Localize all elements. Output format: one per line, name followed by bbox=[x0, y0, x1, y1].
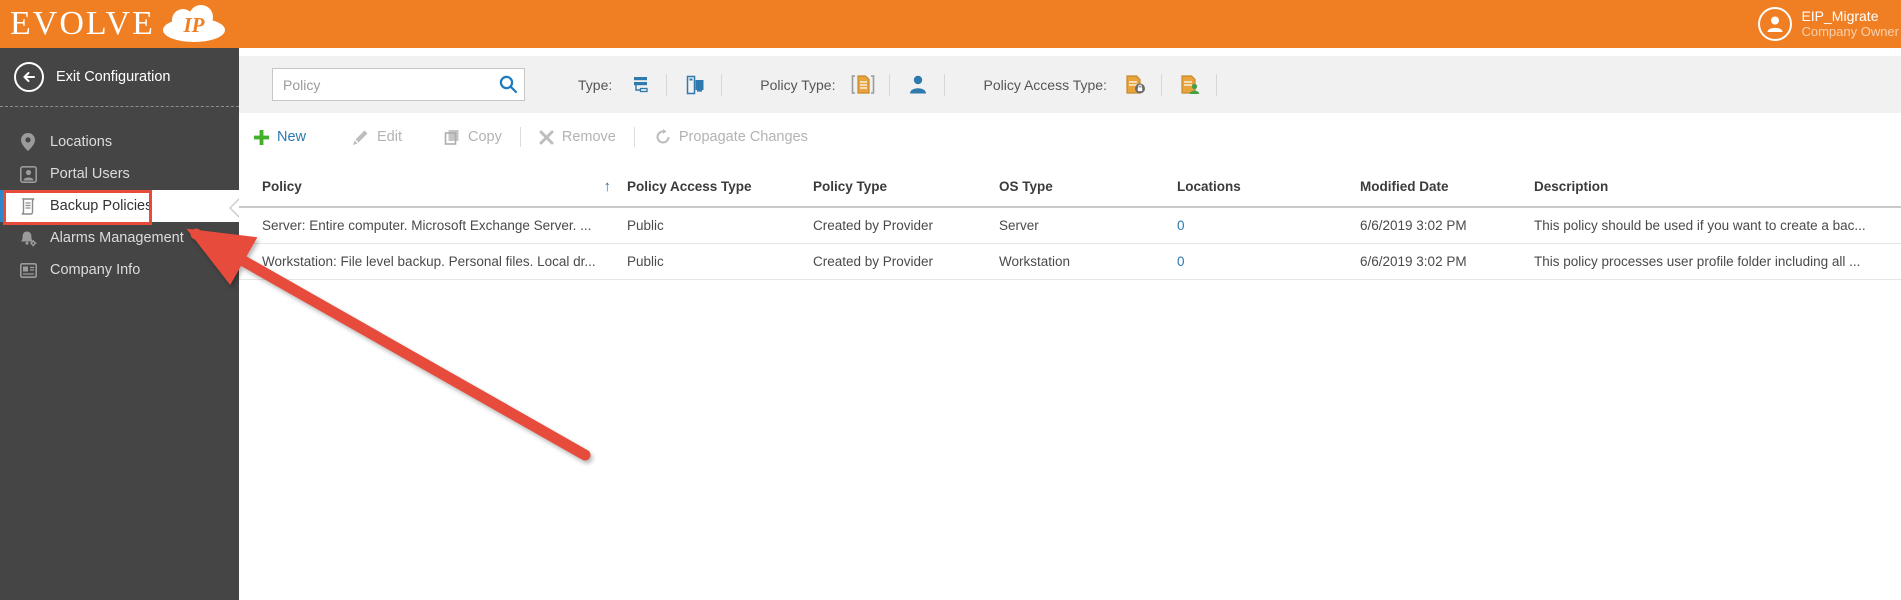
new-button[interactable]: New bbox=[254, 129, 306, 145]
cell-policy-access-type: Public bbox=[627, 218, 664, 233]
cell-policy: Server: Entire computer. Microsoft Excha… bbox=[262, 218, 592, 233]
column-header-locations[interactable]: Locations bbox=[1177, 179, 1360, 194]
app-window: EVOLVE IP EIP_Migrate Company Owner Exit… bbox=[0, 0, 1901, 600]
policy-access-type-filter-label: Policy Access Type: bbox=[983, 76, 1107, 93]
column-header-modified-date[interactable]: Modified Date bbox=[1360, 179, 1534, 194]
column-header-policy-type[interactable]: Policy Type bbox=[813, 179, 999, 194]
filter-bar: Type: Policy Type: bbox=[239, 56, 1901, 113]
cell-description: This policy processes user profile folde… bbox=[1534, 254, 1861, 269]
remove-button[interactable]: Remove bbox=[539, 129, 616, 145]
column-header-policy-access-type[interactable]: Policy Access Type bbox=[627, 179, 813, 194]
filter-separator bbox=[721, 73, 723, 96]
refresh-icon bbox=[655, 129, 671, 145]
sidebar-item-label: Company Info bbox=[50, 262, 141, 278]
filter-separator bbox=[666, 73, 668, 96]
sidebar: Exit Configuration Locations Portal User… bbox=[0, 48, 239, 600]
pencil-icon bbox=[353, 129, 369, 145]
plus-icon bbox=[254, 129, 269, 145]
x-icon bbox=[539, 130, 554, 145]
locations-count-link[interactable]: 0 bbox=[1177, 254, 1185, 269]
backup-scroll-icon bbox=[18, 197, 38, 215]
copy-button-label: Copy bbox=[468, 129, 502, 145]
sidebar-item-label: Portal Users bbox=[50, 166, 130, 182]
cell-policy-type: Created by Provider bbox=[813, 218, 934, 233]
filter-separator bbox=[889, 73, 891, 96]
sidebar-item-portal-users[interactable]: Portal Users bbox=[0, 158, 239, 190]
table-row[interactable]: Workstation: File level backup. Personal… bbox=[239, 244, 1901, 280]
user-policy-filter-icon[interactable] bbox=[904, 72, 932, 98]
policy-type-filter-label: Policy Type: bbox=[760, 76, 836, 93]
cell-modified-date: 6/6/2019 3:02 PM bbox=[1360, 254, 1467, 269]
sidebar-item-locations[interactable]: Locations bbox=[0, 126, 239, 158]
copy-icon bbox=[444, 129, 460, 145]
filter-separator bbox=[944, 73, 946, 96]
actions-toolbar: New Edit Copy Remove Propagate Changes bbox=[239, 113, 1901, 161]
search-icon[interactable] bbox=[497, 74, 519, 96]
sidebar-item-label: Alarms Management bbox=[50, 230, 184, 246]
cell-os-type: Server bbox=[999, 218, 1039, 233]
private-access-filter-icon[interactable] bbox=[1176, 72, 1204, 98]
main-content: Type: Policy Type: bbox=[239, 48, 1901, 600]
cell-modified-date: 6/6/2019 3:02 PM bbox=[1360, 218, 1467, 233]
evolve-ip-logo: EVOLVE IP bbox=[10, 0, 227, 48]
column-header-label: Policy bbox=[262, 178, 302, 194]
company-card-icon bbox=[18, 262, 38, 278]
user-avatar-icon bbox=[1758, 7, 1793, 41]
type-filter-label: Type: bbox=[578, 76, 613, 93]
toolbar-separator bbox=[519, 127, 521, 147]
sidebar-item-label: Backup Policies bbox=[50, 198, 153, 214]
cell-policy-type: Created by Provider bbox=[813, 254, 934, 269]
sidebar-item-company-info[interactable]: Company Info bbox=[0, 254, 239, 286]
column-header-description[interactable]: Description bbox=[1534, 179, 1901, 194]
table-header: Policy ↑ Policy Access Type Policy Type … bbox=[239, 166, 1901, 208]
search-input[interactable] bbox=[272, 68, 525, 101]
provider-policy-filter-icon[interactable] bbox=[849, 72, 877, 98]
filter-separator bbox=[1160, 73, 1162, 96]
filter-separator bbox=[1215, 73, 1217, 96]
top-header-bar: EVOLVE IP EIP_Migrate Company Owner bbox=[0, 0, 1901, 48]
cell-os-type: Workstation bbox=[999, 254, 1071, 269]
sidebar-item-label: Locations bbox=[50, 134, 113, 150]
back-arrow-icon bbox=[14, 62, 44, 92]
logo-brand-text: EVOLVE bbox=[10, 5, 155, 42]
column-header-os-type[interactable]: OS Type bbox=[999, 179, 1177, 194]
cell-policy: Workstation: File level backup. Personal… bbox=[262, 254, 596, 269]
cell-description: This policy should be used if you want t… bbox=[1534, 218, 1866, 233]
exit-configuration-label: Exit Configuration bbox=[56, 69, 171, 85]
cell-policy-access-type: Public bbox=[627, 254, 664, 269]
user-name: EIP_Migrate bbox=[1801, 8, 1879, 25]
public-access-filter-icon[interactable] bbox=[1121, 72, 1149, 98]
locations-count-link[interactable]: 0 bbox=[1177, 218, 1185, 233]
new-button-label: New bbox=[277, 129, 307, 145]
server-type-filter-icon[interactable] bbox=[626, 72, 654, 98]
table-row[interactable]: Server: Entire computer. Microsoft Excha… bbox=[239, 208, 1901, 244]
exit-configuration-button[interactable]: Exit Configuration bbox=[0, 48, 239, 106]
propagate-changes-button[interactable]: Propagate Changes bbox=[655, 129, 808, 145]
edit-button-label: Edit bbox=[377, 129, 403, 145]
user-role: Company Owner bbox=[1801, 23, 1899, 39]
remove-button-label: Remove bbox=[561, 129, 616, 145]
toolbar-separator bbox=[633, 127, 635, 147]
sidebar-item-backup-policies[interactable]: Backup Policies bbox=[0, 190, 239, 222]
logo-cloud-icon: IP bbox=[161, 5, 227, 43]
propagate-changes-label: Propagate Changes bbox=[678, 129, 808, 145]
sidebar-divider bbox=[0, 106, 239, 107]
edit-button[interactable]: Edit bbox=[353, 129, 402, 145]
svg-text:IP: IP bbox=[182, 13, 204, 37]
column-header-policy[interactable]: Policy ↑ bbox=[262, 178, 627, 195]
sidebar-menu: Locations Portal Users Backup Policies A… bbox=[0, 126, 239, 286]
location-pin-icon bbox=[18, 133, 38, 151]
alarm-bell-gear-icon bbox=[18, 230, 38, 247]
sidebar-item-alarms-management[interactable]: Alarms Management bbox=[0, 222, 239, 254]
user-account-chip[interactable]: EIP_Migrate Company Owner bbox=[1758, 7, 1899, 41]
copy-button[interactable]: Copy bbox=[444, 129, 502, 145]
portal-user-icon bbox=[18, 165, 38, 183]
sort-ascending-icon[interactable]: ↑ bbox=[604, 178, 612, 195]
workstation-type-filter-icon[interactable] bbox=[681, 72, 709, 98]
